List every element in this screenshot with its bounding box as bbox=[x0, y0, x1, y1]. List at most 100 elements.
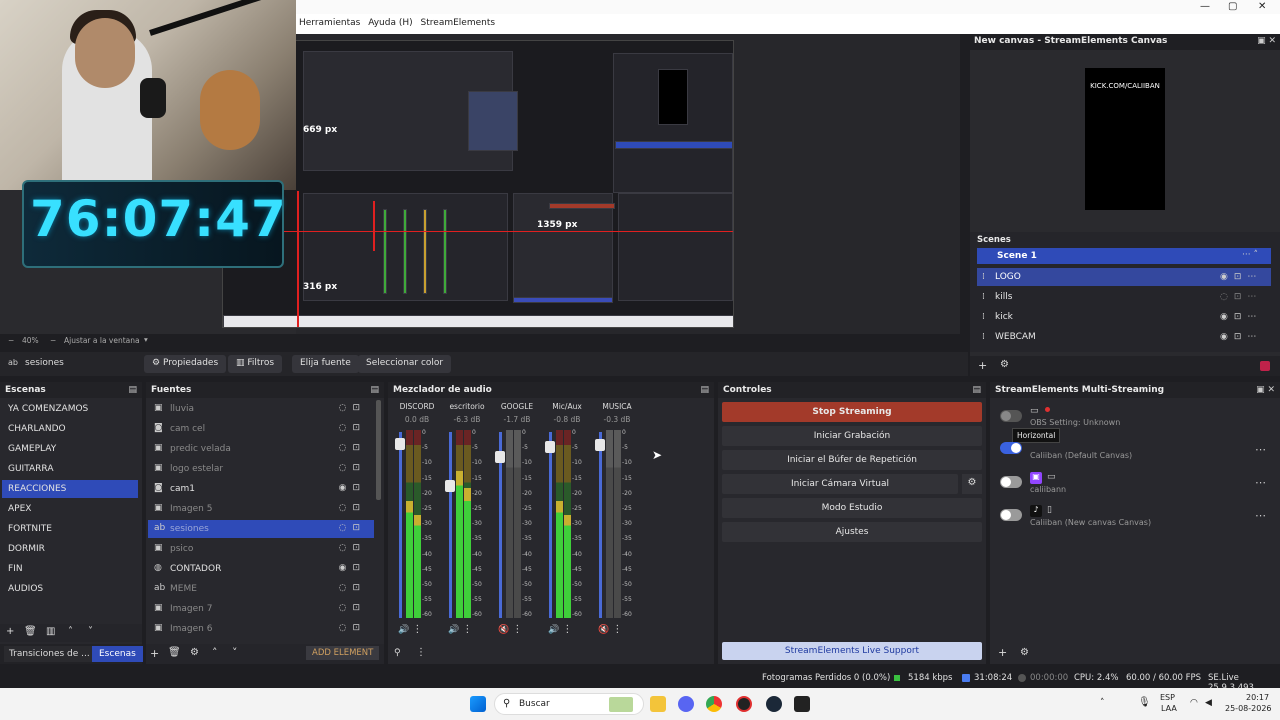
source-item[interactable]: ▣ psico ◌⊡ bbox=[148, 540, 374, 558]
arrow-down-icon[interactable]: ˅ bbox=[88, 626, 93, 637]
add-icon[interactable]: + bbox=[978, 359, 987, 372]
gear-icon[interactable]: ⚙ bbox=[1000, 359, 1009, 370]
source-item[interactable]: ▣ Imagen 5 ◌⊡ bbox=[148, 500, 374, 518]
eye-hidden-icon[interactable]: ◌⊡ bbox=[339, 503, 366, 513]
more-icon[interactable]: ⋯ bbox=[1255, 443, 1266, 456]
properties-button[interactable]: ⚙ Propiedades bbox=[144, 355, 227, 373]
settings-button[interactable]: Ajustes bbox=[722, 522, 982, 542]
add-icon[interactable]: + bbox=[6, 626, 14, 637]
scene-item[interactable]: APEX bbox=[2, 500, 138, 518]
add-icon[interactable]: + bbox=[998, 646, 1007, 659]
eye-lock-menu-icon[interactable]: ◉⊡⋯ bbox=[1220, 332, 1262, 342]
wifi-icon[interactable]: ◠ bbox=[1190, 698, 1198, 708]
source-item[interactable]: ab MEME ◌⊡ bbox=[148, 580, 374, 598]
record-icon[interactable] bbox=[1260, 361, 1270, 371]
more-icon[interactable]: ⋮ bbox=[459, 624, 472, 635]
fader-handle[interactable] bbox=[395, 438, 405, 450]
live-support-button[interactable]: StreamElements Live Support bbox=[722, 642, 982, 660]
eye-lock-menu-icon[interactable]: ◉⊡⋯ bbox=[1220, 272, 1262, 282]
language-layout[interactable]: LAA bbox=[1161, 704, 1177, 713]
drag-handle-icon[interactable]: ⁞ bbox=[982, 272, 985, 282]
speaker-icon[interactable]: 🔊 bbox=[548, 625, 559, 635]
trash-icon[interactable]: 🗑 bbox=[168, 647, 181, 658]
scene-menu-icon[interactable]: ··· ˄ bbox=[1242, 250, 1258, 260]
toggle-obs[interactable] bbox=[1000, 410, 1022, 422]
drag-handle-icon[interactable]: ⁞ bbox=[982, 312, 985, 322]
source-item[interactable]: ◍ CONTADOR ◉⊡ bbox=[148, 560, 374, 578]
more-icon[interactable]: ⋮ bbox=[559, 624, 572, 635]
taskbar-search[interactable]: ⚲ Buscar bbox=[494, 693, 644, 715]
tab-transitions[interactable]: Transiciones de ... bbox=[4, 646, 95, 662]
minimize-button[interactable]: — bbox=[1200, 1, 1210, 12]
filter-icon[interactable]: ▥ bbox=[46, 626, 55, 637]
source-item[interactable]: ◙ cam1 ◉⊡ bbox=[148, 480, 374, 498]
language-indicator[interactable]: ESP bbox=[1160, 693, 1175, 702]
gear-icon[interactable]: ⚙ bbox=[1020, 647, 1029, 658]
more-icon[interactable]: ⋯ bbox=[1255, 476, 1266, 489]
capcut-icon[interactable] bbox=[794, 696, 810, 712]
drag-handle-icon[interactable]: ⁞ bbox=[982, 292, 985, 302]
scene-item[interactable]: REACCIONES bbox=[2, 480, 138, 498]
zoom-in-icon[interactable]: − bbox=[50, 336, 56, 345]
dock-menu-icon[interactable]: ▤ bbox=[128, 385, 137, 395]
source-item[interactable]: ▣ predic velada ◌⊡ bbox=[148, 440, 374, 458]
eye-hidden-icon[interactable]: ◌⊡ bbox=[339, 623, 366, 633]
virtual-camera-button[interactable]: Iniciar Cámara Virtual bbox=[722, 474, 958, 494]
speaker-muted-icon[interactable]: 🔇 bbox=[498, 625, 509, 635]
menu-streamelements[interactable]: StreamElements bbox=[421, 14, 501, 28]
volume-fader[interactable] bbox=[595, 432, 605, 618]
source-item[interactable]: ▣ logo estelar ◌⊡ bbox=[148, 460, 374, 478]
eye-hidden-icon[interactable]: ◌⊡ bbox=[339, 463, 366, 473]
speaker-muted-icon[interactable]: 🔇 bbox=[598, 625, 609, 635]
drag-handle-icon[interactable]: ⁞ bbox=[982, 332, 985, 342]
volume-fader[interactable] bbox=[445, 432, 455, 618]
more-icon[interactable]: ⋮ bbox=[509, 624, 522, 635]
gear-icon[interactable]: ⚙ bbox=[190, 647, 199, 658]
obs-icon[interactable] bbox=[736, 696, 752, 712]
select-color-button[interactable]: Seleccionar color bbox=[358, 355, 452, 373]
add-element-button[interactable]: ADD ELEMENT bbox=[306, 646, 380, 660]
fader-handle[interactable] bbox=[545, 441, 555, 453]
speaker-icon[interactable]: 🔊 bbox=[398, 625, 409, 635]
stop-streaming-button[interactable]: Stop Streaming bbox=[722, 402, 982, 422]
source-item[interactable]: ▣ lluvia ◌⊡ bbox=[148, 400, 374, 418]
eye-hidden-icon[interactable]: ◌⊡ bbox=[339, 523, 366, 533]
toggle-twitch[interactable] bbox=[1000, 476, 1022, 488]
arrow-down-icon[interactable]: ˅ bbox=[232, 646, 238, 659]
more-icon[interactable]: ⋮ bbox=[609, 624, 622, 635]
menu-ayuda[interactable]: Ayuda (H) bbox=[368, 14, 417, 28]
close-button[interactable]: ✕ bbox=[1258, 1, 1266, 12]
scene-item[interactable]: FIN bbox=[2, 560, 138, 578]
steam-icon[interactable] bbox=[766, 696, 782, 712]
fit-window[interactable]: Ajustar a la ventana bbox=[64, 336, 140, 345]
eye-hidden-icon[interactable]: ◌⊡ bbox=[339, 443, 366, 453]
microphone-icon[interactable]: 🎙 bbox=[1138, 697, 1151, 708]
eye-icon[interactable]: ◉⊡ bbox=[339, 563, 366, 573]
arrow-up-icon[interactable]: ˄ bbox=[212, 646, 218, 659]
discord-icon[interactable] bbox=[678, 696, 694, 712]
replay-buffer-button[interactable]: Iniciar el Búfer de Repetición bbox=[722, 450, 982, 470]
toggle-default-canvas[interactable] bbox=[1000, 442, 1022, 454]
link-icon[interactable]: ⚲ bbox=[394, 648, 401, 658]
choose-source-button[interactable]: Elija fuente bbox=[292, 355, 359, 373]
scene-item[interactable]: GAMEPLAY bbox=[2, 440, 138, 458]
speaker-icon[interactable]: 🔊 bbox=[448, 625, 459, 635]
chrome-icon[interactable] bbox=[706, 696, 722, 712]
dock-menu-icon[interactable]: ▤ bbox=[700, 385, 709, 395]
trash-icon[interactable]: 🗑 bbox=[24, 626, 37, 637]
eye-hidden-icon[interactable]: ◌⊡ bbox=[339, 423, 366, 433]
maximize-button[interactable]: ▢ bbox=[1228, 1, 1237, 12]
more-icon[interactable]: ⋮ bbox=[409, 624, 422, 635]
filters-button[interactable]: ▥ Filtros bbox=[228, 355, 283, 373]
dock-menu-icon[interactable]: ▤ bbox=[370, 385, 379, 395]
eye-hidden-icon[interactable]: ◌⊡ bbox=[339, 583, 366, 593]
eye-hidden-icon[interactable]: ◌⊡ bbox=[339, 603, 366, 613]
studio-mode-button[interactable]: Modo Estudio bbox=[722, 498, 982, 518]
zoom-out-icon[interactable]: − bbox=[8, 336, 14, 345]
fader-handle[interactable] bbox=[595, 439, 605, 451]
chevron-up-icon[interactable]: ˄ bbox=[1100, 698, 1105, 708]
scene-item[interactable]: YA COMENZAMOS bbox=[2, 400, 138, 418]
arrow-up-icon[interactable]: ˄ bbox=[68, 626, 73, 637]
scene-item[interactable]: DORMIR bbox=[2, 540, 138, 558]
eye-lock-menu-icon[interactable]: ◉⊡⋯ bbox=[1220, 312, 1262, 322]
